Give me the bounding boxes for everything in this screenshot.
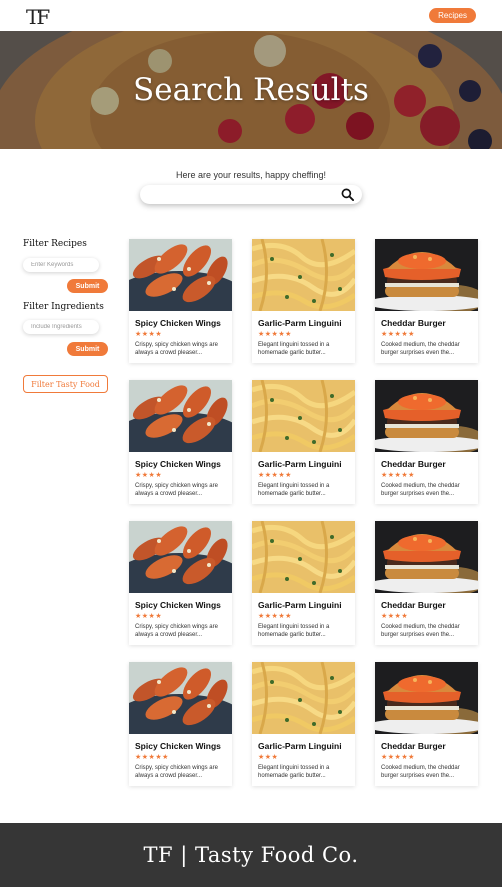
rating-stars: ★★★★ — [381, 613, 409, 620]
recipe-card[interactable]: Garlic-Parm Linguini ★★★ Elegant linguini … — [252, 662, 355, 786]
rating-stars: ★★★★★ — [135, 754, 169, 761]
recipe-title[interactable]: Spicy Chicken Wings — [135, 600, 221, 610]
rating-stars: ★★★★★ — [258, 472, 292, 479]
page-title: Search Results — [133, 72, 369, 108]
recipe-description: Cooked medium, the cheddar burger surpri… — [381, 624, 460, 638]
keywords-input[interactable] — [23, 258, 99, 272]
recipe-description: Elegant linguini tossed in a homemade ga… — [258, 624, 330, 638]
recipe-description: Cooked medium, the cheddar burger surpri… — [381, 483, 460, 497]
rating-stars: ★★★★★ — [381, 331, 415, 338]
burger-image[interactable] — [375, 662, 478, 734]
rating-stars: ★★★★★ — [258, 613, 292, 620]
linguini-image[interactable] — [252, 521, 355, 593]
recipe-description: Crispy, spicy chicken wings are always a… — [135, 624, 218, 638]
rating-stars: ★★★★ — [135, 472, 163, 479]
recipe-title[interactable]: Spicy Chicken Wings — [135, 318, 221, 328]
search-input[interactable] — [150, 188, 334, 203]
linguini-image[interactable] — [252, 380, 355, 452]
recipe-card[interactable]: Garlic-Parm Linguini ★★★★★ Elegant linguin… — [252, 239, 355, 363]
filter-recipes-submit-button[interactable]: Submit — [67, 279, 108, 293]
linguini-image[interactable] — [252, 662, 355, 734]
recipe-description: Elegant linguini tossed in a homemade ga… — [258, 342, 330, 356]
recipe-description: Crispy, spicy chicken wings are always a… — [135, 483, 218, 497]
recipe-title[interactable]: Garlic-Parm Linguini — [258, 600, 342, 610]
hero-banner: Search Results — [0, 31, 502, 149]
top-bar: TF Recipes — [0, 0, 502, 31]
recipe-card[interactable]: Spicy Chicken Wings ★★★★ Crispy, spicy chi… — [129, 239, 232, 363]
footer: TF | Tasty Food Co. — [0, 823, 502, 887]
filter-tasty-food-button[interactable]: Filter Tasty Food — [23, 375, 108, 393]
recipe-card[interactable]: Cheddar Burger ★★★★★ Cooked medium, the ch… — [375, 662, 478, 786]
burger-image[interactable] — [375, 239, 478, 311]
results-intro-text: Here are your results, happy cheffing! — [176, 170, 326, 180]
recipe-title[interactable]: Garlic-Parm Linguini — [258, 741, 342, 751]
filter-ingredients-heading: Filter Ingredients — [23, 302, 104, 312]
rating-stars: ★★★★ — [135, 613, 163, 620]
logo[interactable]: TF — [26, 5, 50, 29]
recipe-title[interactable]: Cheddar Burger — [381, 459, 446, 469]
rating-stars: ★★★★★ — [258, 331, 292, 338]
recipe-description: Cooked medium, the cheddar burger surpri… — [381, 342, 460, 356]
recipe-description: Crispy, spicy chicken wings are always a… — [135, 765, 218, 779]
chicken-wings-image[interactable] — [129, 380, 232, 452]
recipe-title[interactable]: Garlic-Parm Linguini — [258, 459, 342, 469]
recipe-title[interactable]: Cheddar Burger — [381, 600, 446, 610]
recipe-card[interactable]: Cheddar Burger ★★★★★ Cooked medium, the ch… — [375, 380, 478, 504]
rating-stars: ★★★ — [258, 754, 279, 761]
search-bar — [140, 185, 362, 204]
recipe-title[interactable]: Cheddar Burger — [381, 318, 446, 328]
filter-recipes-heading: Filter Recipes — [23, 239, 87, 249]
recipe-card[interactable]: Spicy Chicken Wings ★★★★ Crispy, spicy chi… — [129, 521, 232, 645]
recipe-card[interactable]: Cheddar Burger ★★★★ Cooked medium, the che… — [375, 521, 478, 645]
recipes-nav-button[interactable]: Recipes — [429, 8, 476, 23]
rating-stars: ★★★★★ — [381, 754, 415, 761]
rating-stars: ★★★★★ — [381, 472, 415, 479]
chicken-wings-image[interactable] — [129, 662, 232, 734]
recipe-card[interactable]: Garlic-Parm Linguini ★★★★★ Elegant linguin… — [252, 521, 355, 645]
ingredients-input[interactable] — [23, 320, 99, 334]
linguini-image[interactable] — [252, 239, 355, 311]
recipe-description: Crispy, spicy chicken wings are always a… — [135, 342, 218, 356]
recipe-title[interactable]: Cheddar Burger — [381, 741, 446, 751]
recipe-description: Cooked medium, the cheddar burger surpri… — [381, 765, 460, 779]
chicken-wings-image[interactable] — [129, 521, 232, 593]
recipe-card[interactable]: Spicy Chicken Wings ★★★★★ Crispy, spicy ch… — [129, 662, 232, 786]
search-icon[interactable] — [341, 188, 354, 201]
filter-ingredients-submit-button[interactable]: Submit — [67, 342, 108, 356]
recipe-description: Elegant linguini tossed in a homemade ga… — [258, 483, 330, 497]
footer-brand: TF | Tasty Food Co. — [143, 843, 359, 867]
rating-stars: ★★★★ — [135, 331, 163, 338]
recipe-title[interactable]: Spicy Chicken Wings — [135, 741, 221, 751]
burger-image[interactable] — [375, 521, 478, 593]
chicken-wings-image[interactable] — [129, 239, 232, 311]
recipe-card[interactable]: Garlic-Parm Linguini ★★★★★ Elegant linguin… — [252, 380, 355, 504]
recipe-title[interactable]: Spicy Chicken Wings — [135, 459, 221, 469]
recipe-title[interactable]: Garlic-Parm Linguini — [258, 318, 342, 328]
recipe-card[interactable]: Spicy Chicken Wings ★★★★ Crispy, spicy chi… — [129, 380, 232, 504]
recipe-card[interactable]: Cheddar Burger ★★★★★ Cooked medium, the ch… — [375, 239, 478, 363]
recipe-description: Elegant linguini tossed in a homemade ga… — [258, 765, 330, 779]
burger-image[interactable] — [375, 380, 478, 452]
